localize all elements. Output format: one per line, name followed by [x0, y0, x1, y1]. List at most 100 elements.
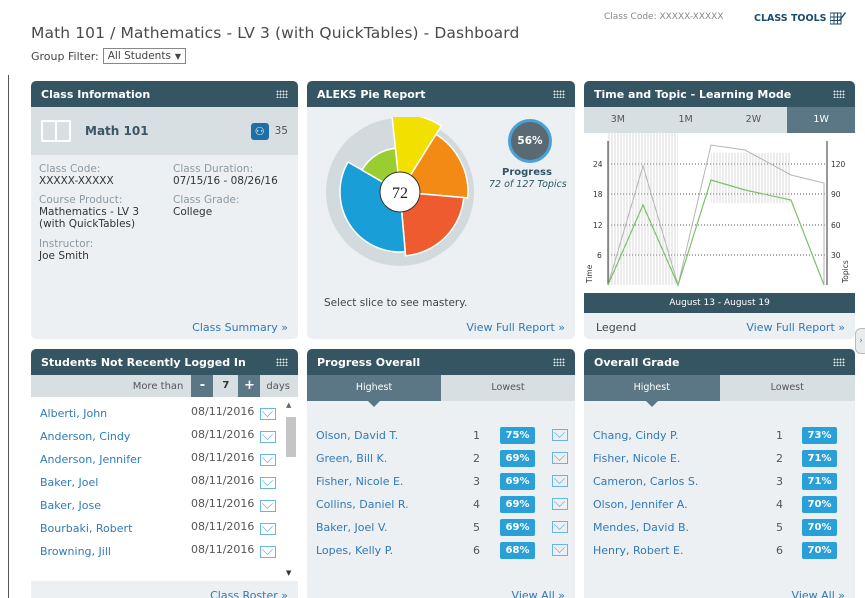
student-name-link[interactable]: Collins, Daniel R.: [316, 498, 409, 511]
class-grade-label: Class Grade:: [173, 194, 240, 206]
last-login-date: 08/11/2016: [191, 520, 255, 533]
student-row: Anderson, Cindy 08/11/2016: [40, 426, 276, 449]
student-name-link[interactable]: Olson, Jennifer A.: [593, 498, 688, 511]
view-all-grades-link[interactable]: View All »: [792, 589, 845, 598]
class-code-value: XXXXX-XXXXX: [39, 175, 114, 187]
mail-icon[interactable]: [552, 452, 568, 464]
score-badge: 75%: [500, 427, 535, 444]
mail-icon[interactable]: [260, 500, 276, 512]
class-summary-bar: Math 101 ⚇ 35: [31, 107, 298, 155]
panel-title: Progress Overall: [317, 355, 421, 369]
right-tick: 90: [831, 190, 841, 199]
student-name-link[interactable]: Fisher, Nicole E.: [316, 475, 403, 488]
ranking-tabs: Highest Lowest: [307, 375, 575, 407]
side-panel-toggle[interactable]: ›: [855, 328, 865, 354]
student-name-link[interactable]: Green, Bill K.: [316, 452, 387, 465]
decrement-button[interactable]: -: [191, 375, 214, 397]
tab-1m[interactable]: 1M: [651, 107, 720, 133]
student-name-link[interactable]: Bourbaki, Robert: [40, 522, 132, 535]
student-name-link[interactable]: Lopes, Kelly P.: [316, 544, 393, 557]
rank-number: 5: [776, 521, 783, 534]
student-name-link[interactable]: Baker, Joel V.: [316, 521, 387, 534]
mail-icon[interactable]: [552, 475, 568, 487]
student-name-link[interactable]: Cameron, Carlos S.: [593, 475, 698, 488]
mail-icon[interactable]: [260, 546, 276, 558]
student-name-link[interactable]: Baker, Jose: [40, 499, 101, 512]
rank-number: 1: [776, 429, 783, 442]
scrollbar-thumb[interactable]: [286, 417, 296, 457]
rank-number: 5: [473, 521, 480, 534]
days-value[interactable]: 7: [213, 375, 239, 397]
last-login-date: 08/11/2016: [191, 543, 255, 556]
panel-header: Time and Topic - Learning Mode: [584, 81, 855, 107]
score-badge: 69%: [500, 473, 535, 490]
class-summary-link[interactable]: Class Summary »: [192, 321, 288, 334]
tab-lowest[interactable]: Lowest: [719, 375, 855, 401]
right-tick: 30: [831, 251, 841, 260]
grip-icon[interactable]: [276, 358, 288, 366]
student-name-link[interactable]: Olson, David T.: [316, 429, 398, 442]
grip-icon[interactable]: [553, 358, 565, 366]
panel-header: ALEKS Pie Report: [307, 81, 575, 107]
mail-icon[interactable]: [260, 431, 276, 443]
tab-3m[interactable]: 3M: [584, 107, 652, 133]
increment-button[interactable]: +: [238, 375, 261, 397]
left-tick: 18: [593, 190, 603, 199]
student-name-link[interactable]: Henry, Robert E.: [593, 544, 683, 557]
score-badge: 69%: [500, 450, 535, 467]
progress-label: Progress: [502, 167, 552, 178]
legend-label[interactable]: Legend: [596, 321, 636, 334]
group-filter-select[interactable]: All Students ▼: [102, 48, 187, 64]
mail-icon[interactable]: [552, 544, 568, 556]
student-name-link[interactable]: Anderson, Cindy: [40, 430, 130, 443]
tab-highest[interactable]: Highest: [584, 375, 720, 407]
panel-header: Students Not Recently Logged In: [31, 349, 298, 375]
class-roster-link[interactable]: Class Roster »: [210, 589, 288, 598]
grip-icon[interactable]: [833, 90, 845, 98]
student-name-link[interactable]: Fisher, Nicole E.: [593, 452, 680, 465]
last-login-date: 08/11/2016: [191, 451, 255, 464]
left-tick: 6: [597, 251, 602, 260]
mail-icon[interactable]: [260, 454, 276, 466]
tab-highest[interactable]: Highest: [307, 375, 441, 407]
student-name-link[interactable]: Mendes, David B.: [593, 521, 689, 534]
page-title: Math 101 / Mathematics - LV 3 (with Quic…: [31, 24, 520, 42]
score-badge: 69%: [500, 519, 535, 536]
view-full-pie-report-link[interactable]: View Full Report »: [466, 321, 565, 334]
rank-number: 1: [473, 429, 480, 442]
view-full-time-report-link[interactable]: View Full Report »: [746, 321, 845, 334]
student-row: Baker, Joel 08/11/2016: [40, 472, 276, 495]
score-badge: 71%: [802, 450, 837, 467]
course-product-label: Course Product:: [39, 194, 123, 206]
course-product-value-1: Mathematics - LV 3: [39, 206, 140, 218]
tab-lowest[interactable]: Lowest: [441, 375, 575, 401]
class-name: Math 101: [85, 124, 149, 138]
right-tick: 60: [831, 221, 841, 230]
mail-icon[interactable]: [552, 521, 568, 533]
aleks-pie-chart[interactable]: 72: [325, 117, 475, 267]
student-name-link[interactable]: Anderson, Jennifer: [40, 453, 141, 466]
mail-icon[interactable]: [260, 408, 276, 420]
panel-title: Students Not Recently Logged In: [41, 355, 246, 369]
student-name-link[interactable]: Baker, Joel: [40, 476, 98, 489]
ranking-row: Collins, Daniel R. 4 69%: [307, 493, 575, 516]
student-count: 35: [274, 125, 288, 137]
grip-icon[interactable]: [833, 358, 845, 366]
grip-icon[interactable]: [276, 90, 288, 98]
panel-header: Class Information: [31, 81, 298, 107]
student-name-link[interactable]: Chang, Cindy P.: [593, 429, 678, 442]
rank-number: 6: [473, 544, 480, 557]
scrollbar[interactable]: ▲ ▼: [285, 401, 297, 577]
mail-icon[interactable]: [260, 523, 276, 535]
view-all-progress-link[interactable]: View All »: [512, 589, 565, 598]
student-name-link[interactable]: Alberti, John: [40, 407, 107, 420]
class-tools-button[interactable]: CLASS TOOLS: [754, 11, 847, 25]
mail-icon[interactable]: [552, 498, 568, 510]
student-name-link[interactable]: Browning, Jill: [40, 545, 111, 558]
mail-icon[interactable]: [260, 477, 276, 489]
tab-1w[interactable]: 1W: [787, 107, 855, 133]
grip-icon[interactable]: [553, 90, 565, 98]
rank-number: 4: [776, 498, 783, 511]
tab-2w[interactable]: 2W: [719, 107, 788, 133]
mail-icon[interactable]: [552, 429, 568, 441]
